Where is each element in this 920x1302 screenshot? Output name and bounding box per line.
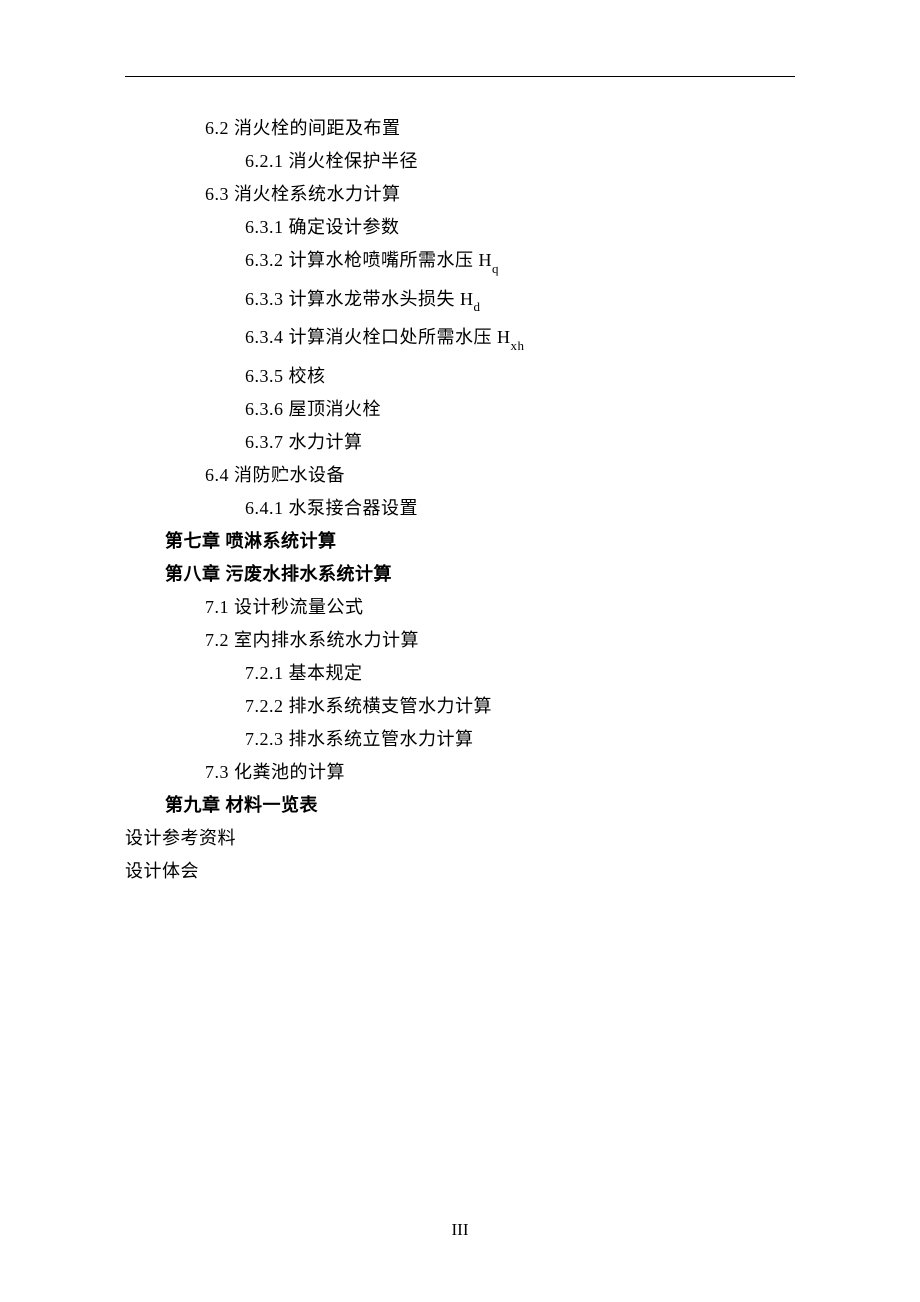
toc-num: 6.3.2: [245, 250, 284, 270]
toc-title: 排水系统横支管水力计算: [289, 696, 493, 716]
toc-num: 7.2.2: [245, 696, 284, 716]
toc-num: 6.3.4: [245, 327, 284, 347]
toc-entry: 6.3.6 屋顶消火栓: [125, 393, 795, 426]
toc-entry: 6.2.1 消火栓保护半径: [125, 145, 795, 178]
toc-entry: 7.3 化粪池的计算: [125, 756, 795, 789]
toc-entry: 7.2.1 基本规定: [125, 657, 795, 690]
toc-title: 第九章 材料一览表: [165, 795, 318, 815]
toc-entry: 6.3.7 水力计算: [125, 426, 795, 459]
toc-entry: 6.3.1 确定设计参数: [125, 211, 795, 244]
toc-title: 第八章 污废水排水系统计算: [165, 564, 392, 584]
toc-entry: 7.2 室内排水系统水力计算: [125, 624, 795, 657]
toc-title: 消火栓系统水力计算: [234, 184, 401, 204]
toc-title: 化粪池的计算: [234, 762, 345, 782]
toc-entry: 6.3.4 计算消火栓口处所需水压 Hxh: [125, 321, 795, 360]
toc-title: 校核: [289, 366, 326, 386]
toc-title: 设计参考资料: [125, 828, 236, 848]
toc-entry: 7.2.2 排水系统横支管水力计算: [125, 690, 795, 723]
toc-title: 计算水龙带水头损失 H: [289, 289, 474, 309]
toc-subscript: q: [492, 261, 499, 276]
toc-num: 7.2.3: [245, 729, 284, 749]
toc-num: 7.2: [205, 630, 229, 650]
toc-content: 6.2 消火栓的间距及布置 6.2.1 消火栓保护半径 6.3 消火栓系统水力计…: [125, 112, 795, 888]
toc-num: 6.3.5: [245, 366, 284, 386]
toc-title: 消火栓保护半径: [289, 151, 419, 171]
toc-title: 水泵接合器设置: [289, 498, 419, 518]
toc-title: 屋顶消火栓: [289, 399, 382, 419]
toc-num: 6.3.3: [245, 289, 284, 309]
toc-num: 6.3.6: [245, 399, 284, 419]
toc-title: 计算水枪喷嘴所需水压 H: [289, 250, 493, 270]
toc-entry: 6.3 消火栓系统水力计算: [125, 178, 795, 211]
toc-title: 计算消火栓口处所需水压 H: [289, 327, 511, 347]
toc-entry: 7.2.3 排水系统立管水力计算: [125, 723, 795, 756]
toc-chapter: 第九章 材料一览表: [125, 789, 795, 822]
toc-num: 6.4: [205, 465, 229, 485]
toc-num: 7.3: [205, 762, 229, 782]
toc-num: 7.2.1: [245, 663, 284, 683]
toc-entry: 7.1 设计秒流量公式: [125, 591, 795, 624]
toc-num: 6.3.7: [245, 432, 284, 452]
toc-num: 6.3: [205, 184, 229, 204]
toc-entry: 6.3.2 计算水枪喷嘴所需水压 Hq: [125, 244, 795, 283]
toc-num: 6.2.1: [245, 151, 284, 171]
toc-title: 基本规定: [289, 663, 363, 683]
toc-entry: 6.3.5 校核: [125, 360, 795, 393]
toc-num: 6.2: [205, 118, 229, 138]
toc-title: 设计秒流量公式: [234, 597, 364, 617]
toc-entry: 设计参考资料: [125, 822, 795, 855]
toc-title: 确定设计参数: [289, 217, 400, 237]
toc-title: 水力计算: [289, 432, 363, 452]
page-number: III: [0, 1220, 920, 1240]
toc-num: 6.3.1: [245, 217, 284, 237]
toc-title: 设计体会: [125, 861, 199, 881]
header-rule: [125, 76, 795, 77]
toc-entry: 6.4 消防贮水设备: [125, 459, 795, 492]
toc-title: 排水系统立管水力计算: [289, 729, 474, 749]
toc-entry: 6.3.3 计算水龙带水头损失 Hd: [125, 283, 795, 322]
toc-subscript: d: [474, 299, 481, 314]
toc-entry: 设计体会: [125, 855, 795, 888]
toc-title: 消防贮水设备: [234, 465, 345, 485]
toc-chapter: 第七章 喷淋系统计算: [125, 525, 795, 558]
toc-num: 6.4.1: [245, 498, 284, 518]
toc-num: 7.1: [205, 597, 229, 617]
toc-subscript: xh: [511, 338, 525, 353]
toc-entry: 6.4.1 水泵接合器设置: [125, 492, 795, 525]
toc-title: 第七章 喷淋系统计算: [165, 531, 337, 551]
toc-title: 消火栓的间距及布置: [234, 118, 401, 138]
toc-title: 室内排水系统水力计算: [234, 630, 419, 650]
toc-chapter: 第八章 污废水排水系统计算: [125, 558, 795, 591]
toc-entry: 6.2 消火栓的间距及布置: [125, 112, 795, 145]
